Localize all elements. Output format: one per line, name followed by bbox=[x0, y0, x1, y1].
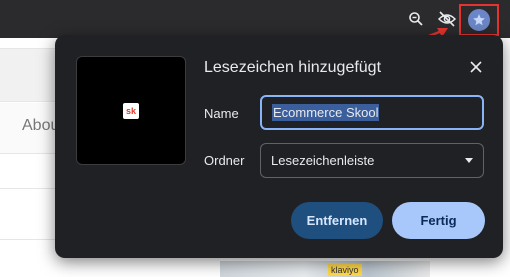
close-icon[interactable] bbox=[465, 56, 487, 78]
name-value: Ecommerce Skool bbox=[272, 104, 380, 121]
browser-toolbar bbox=[0, 0, 510, 46]
site-logo: sk bbox=[123, 102, 139, 119]
page-tag: klaviyo bbox=[328, 264, 362, 276]
dialog-title: Lesezeichen hinzugefügt bbox=[204, 59, 382, 76]
folder-value: Lesezeichenleiste bbox=[271, 153, 375, 168]
bookmark-thumbnail: sk bbox=[76, 56, 186, 165]
page-band bbox=[0, 188, 60, 240]
name-label: Name bbox=[204, 106, 239, 121]
done-button[interactable]: Fertig bbox=[392, 202, 485, 239]
chevron-down-icon bbox=[465, 158, 473, 163]
star-icon bbox=[468, 9, 490, 31]
remove-button[interactable]: Entfernen bbox=[291, 202, 383, 239]
folder-label: Ordner bbox=[204, 153, 245, 168]
bookmark-star-button[interactable] bbox=[459, 4, 499, 36]
folder-select[interactable]: Lesezeichenleiste bbox=[260, 143, 484, 178]
name-input[interactable]: Ecommerce Skool bbox=[260, 95, 484, 130]
about-link[interactable]: Abou bbox=[22, 117, 59, 135]
page-band bbox=[0, 48, 60, 102]
bookmark-added-dialog: sk Lesezeichen hinzugefügt Name Ecommerc… bbox=[55, 35, 503, 258]
page-image bbox=[220, 261, 430, 277]
